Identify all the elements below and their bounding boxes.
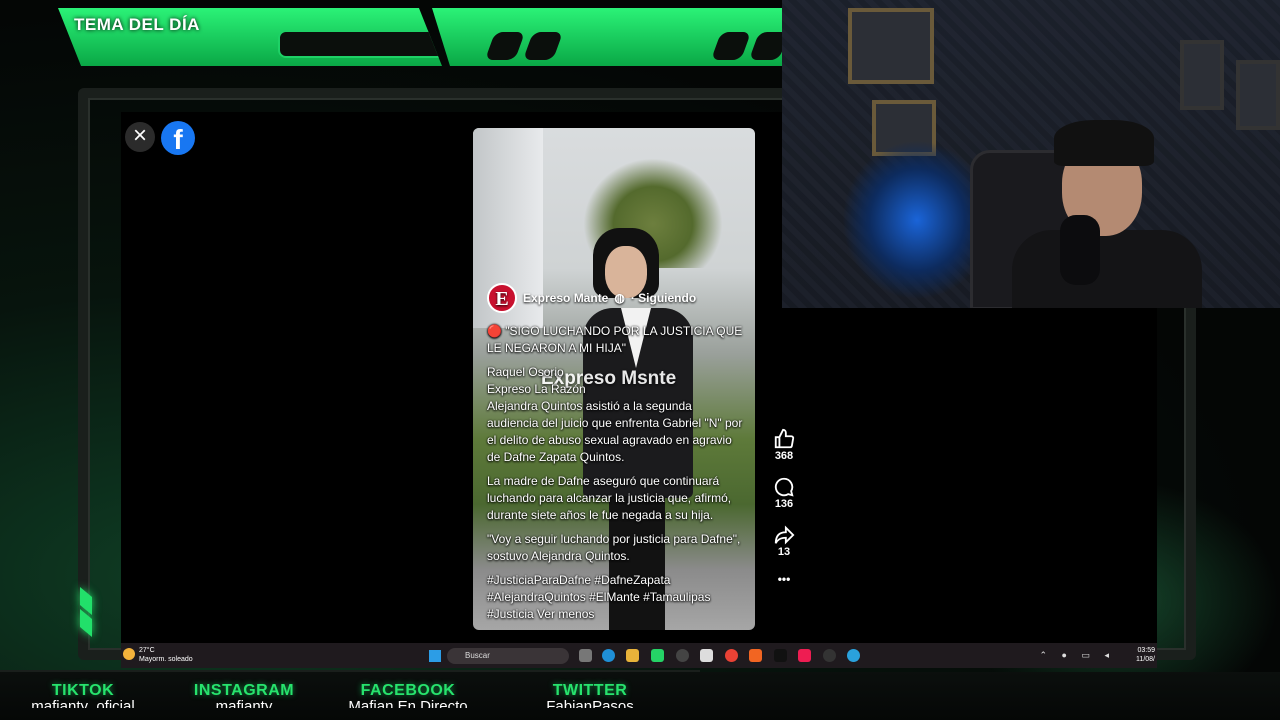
app-icon[interactable]: [749, 649, 762, 662]
page-name[interactable]: Expreso Mante: [523, 291, 608, 305]
taskbar-clock[interactable]: 03:59 11/08/: [1136, 646, 1155, 664]
close-button[interactable]: ×: [125, 122, 155, 152]
task-view-icon[interactable]: [579, 649, 592, 662]
topic-banner-right: [432, 8, 792, 66]
more-icon: •••: [777, 572, 791, 586]
video-player[interactable]: E Expreso Mante ◍ · Siguiendo Expreso Ms…: [473, 128, 755, 630]
webcam-feed: [782, 0, 1280, 308]
see-less-link[interactable]: Ver menos: [537, 607, 594, 621]
file-explorer-icon[interactable]: [626, 649, 639, 662]
more-options-button[interactable]: •••: [778, 572, 791, 586]
capcut-icon[interactable]: [700, 649, 713, 662]
hashtag-list[interactable]: #JusticiaParaDafne #DafneZapata #Alejand…: [487, 573, 710, 621]
chrome-icon[interactable]: [725, 649, 738, 662]
share-icon: [774, 525, 795, 545]
caption-paragraph: Alejandra Quintos asistió a la segunda a…: [487, 399, 743, 464]
facebook-logo-icon[interactable]: f: [161, 121, 195, 155]
taskbar-search[interactable]: Buscar: [447, 648, 569, 664]
caption-author: Raquel Osorio: [487, 365, 564, 379]
caption-hashtags: #JusticiaParaDafne #DafneZapata #Alejand…: [487, 572, 745, 623]
social-tiktok: TIKTOK mafianty_oficial: [18, 682, 148, 708]
page-avatar[interactable]: E: [487, 283, 517, 313]
caption-source: Expreso La Razón: [487, 382, 586, 396]
share-count: 13: [777, 546, 791, 558]
social-twitter: TWITTER FabianPasos: [530, 682, 650, 708]
social-instagram: INSTAGRAM mafianty: [184, 682, 304, 708]
app-icon[interactable]: [774, 649, 787, 662]
follow-status[interactable]: · Siguiendo: [631, 291, 696, 305]
social-handle: Mafian En Directo: [348, 698, 468, 708]
4k-app-icon[interactable]: [823, 649, 836, 662]
social-facebook: FACEBOOK Mafian En Directo: [330, 682, 486, 708]
topic-banner-title: TEMA DEL DÍA: [74, 15, 200, 34]
whatsapp-icon[interactable]: [651, 649, 664, 662]
caption-quote: "Voy a seguir luchando por justicia para…: [487, 532, 741, 563]
windows-taskbar: 27°C Mayorm. soleado Buscar ⌃ ● ▭ ◂ 03:5…: [121, 643, 1157, 668]
weather-widget[interactable]: 27°C Mayorm. soleado: [123, 646, 193, 664]
stream-overlay: TEMA DEL DÍA × f E Expreso Mante ◍ · Sig…: [0, 0, 1280, 720]
streamer: [1002, 120, 1202, 308]
obs-icon[interactable]: [676, 649, 689, 662]
globe-icon: ◍: [614, 291, 625, 305]
microphone: [1060, 215, 1100, 285]
like-button[interactable]: 368: [773, 428, 795, 462]
social-handle: FabianPasos: [546, 698, 634, 708]
telegram-icon[interactable]: [847, 649, 860, 662]
wall-frame: [1180, 40, 1224, 110]
banner-slot: [710, 32, 752, 60]
comment-button[interactable]: 136: [773, 476, 795, 510]
caption-headline: 🔴 "SIGO LUCHANDO POR LA JUSTICIA QUE LE …: [487, 324, 743, 355]
clock-time: 03:59: [1137, 647, 1155, 654]
weather-temp: 27°C: [139, 647, 155, 654]
wall-frame: [1236, 60, 1280, 130]
post-caption: 🔴 "SIGO LUCHANDO POR LA JUSTICIA QUE LE …: [487, 323, 745, 630]
like-count: 368: [774, 450, 794, 462]
system-tray-icons[interactable]: ⌃ ● ▭ ◂: [1040, 650, 1116, 661]
wall-frame: [848, 8, 934, 84]
clock-date: 11/08/: [1136, 656, 1155, 663]
sun-icon: [123, 648, 135, 660]
social-handle: mafianty_oficial: [31, 698, 135, 708]
tiktok-icon[interactable]: [798, 649, 811, 662]
banner-slot: [522, 32, 564, 60]
banner-slot: [484, 32, 526, 60]
caption-paragraph: La madre de Dafne aseguró que continuará…: [487, 474, 732, 522]
comment-icon: [774, 477, 794, 497]
video-actions: 368 136 13 •••: [766, 428, 802, 600]
post-header: E Expreso Mante ◍ · Siguiendo: [487, 283, 696, 313]
edge-browser-icon[interactable]: [602, 649, 615, 662]
thumbs-up-icon: [774, 428, 795, 449]
comment-count: 136: [774, 498, 794, 510]
share-button[interactable]: 13: [773, 524, 795, 558]
weather-desc: Mayorm. soleado: [139, 656, 193, 663]
windows-start-icon[interactable]: [429, 650, 441, 662]
